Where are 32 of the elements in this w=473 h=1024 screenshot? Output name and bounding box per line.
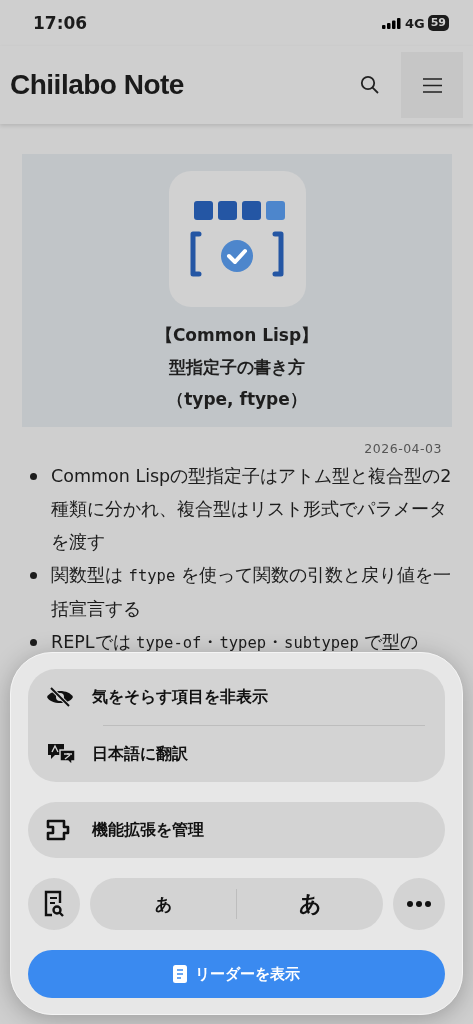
summary-point: Common Lispの型指定子はアトム型と複合型の2種類に分かれ、複合型はリスト形式でパラメータを渡す: [51, 465, 452, 554]
document-search-icon: [43, 890, 65, 918]
smaller-text-button[interactable]: あ: [90, 878, 236, 930]
translate-icon: [46, 742, 78, 766]
puzzle-icon: [46, 819, 72, 841]
page-search-button[interactable]: [28, 878, 80, 930]
battery-level: 59: [427, 15, 449, 31]
menu-button[interactable]: [401, 52, 463, 118]
type-check-icon: [188, 201, 286, 277]
site-title[interactable]: Chiilabo Note: [10, 69, 339, 101]
menu-item[interactable]: 機能拡張を管理: [28, 802, 445, 858]
banner-title: 型指定子の書き方: [169, 356, 305, 379]
summary-point: 関数型は ftype を使って関数の引数と戻り値を一括宣言する: [51, 564, 452, 621]
bullet-icon: [30, 572, 37, 579]
signal-icon: [381, 17, 401, 29]
network-label: 4G: [404, 15, 425, 31]
summary-point: REPLでは type-of・typep・subtypep で型の: [51, 631, 419, 654]
more-button[interactable]: [393, 878, 445, 930]
banner-title: （type, ftype）: [167, 388, 307, 411]
larger-text-button[interactable]: あ: [237, 878, 383, 930]
banner-title: 【Common Lisp】: [155, 324, 319, 347]
bullet-icon: [30, 639, 37, 646]
bullet-icon: [30, 473, 37, 480]
menu-item[interactable]: 日本語に翻訳: [28, 726, 445, 782]
search-icon: [360, 75, 380, 95]
menu-item[interactable]: 気をそらす項目を非表示: [28, 669, 445, 725]
more-icon: [407, 901, 431, 907]
post-date: 2026-04-03: [363, 441, 442, 456]
eye-slash-icon: [46, 687, 74, 707]
document-icon: [173, 965, 187, 983]
status-time: 17:06: [33, 13, 88, 33]
menu-icon: [422, 77, 442, 93]
